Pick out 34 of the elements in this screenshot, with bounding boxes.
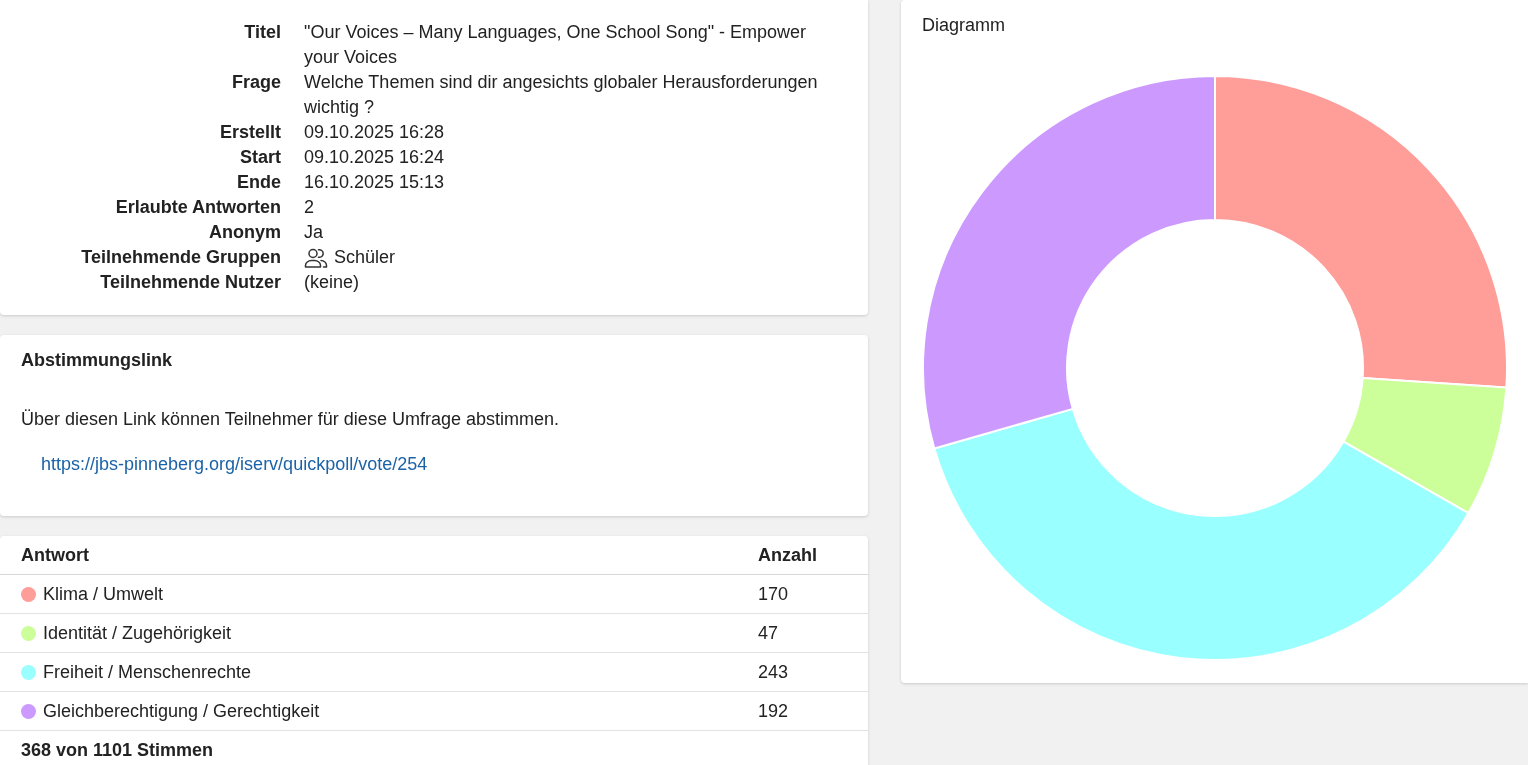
group-name: Schüler [334,246,396,269]
count-cell-text: 47 [758,621,780,645]
vote-link[interactable]: https://jbs-pinneberg.org/iserv/quickpoll/vote/254 [41,454,428,474]
answer-label: Identität / Zugehörigkeit [43,621,232,645]
column-header: Anzahl [758,543,818,567]
field-label: Erstellt [218,121,281,144]
field-value: 09.10.2025 16:24 [304,146,446,169]
votes-total: 368 von 1101 Stimmen [21,739,214,762]
field-label: Teilnehmende Gruppen [80,246,281,269]
answer-label: Klima / Umwelt [43,582,163,606]
field-value: Ja [304,221,324,244]
count-cell-text: 170 [758,582,790,606]
field-label: Frage [230,71,281,94]
field-value: "Our Voices – Many Languages, One School Song" - Empower your Voices [304,21,808,69]
count-cell-text: 243 [758,660,790,684]
answer-label: Freiheit / Menschenrechte [43,660,252,684]
field-value: (keine) [304,271,361,294]
field-label: Titel [243,21,281,44]
field-label: Erlaubte Antworten [114,196,281,219]
field-label: Anonym [208,221,281,244]
field-value: 2 [304,196,315,219]
field-label: Start [239,146,281,169]
field-label: Ende [236,171,281,194]
field-value: 16.10.2025 15:13 [304,171,446,194]
card-title: Abstimmungslink [21,349,173,372]
count-cell-text: 192 [758,699,790,723]
field-value: Welche Themen sind dir angesichts globaler Herausforderungen wichtig ? [304,71,819,119]
answer-label: Gleichberechtigung / Gerechtigkeit [43,699,320,723]
field-label: Teilnehmende Nutzer [99,271,281,294]
link-description: Über diesen Link können Teilnehmer für diese Umfrage abstimmen. [21,408,560,431]
field-value: 09.10.2025 16:28 [304,121,446,144]
column-header: Antwort [21,543,90,567]
people-icon [304,247,328,268]
card-title: Diagramm [922,14,1005,37]
